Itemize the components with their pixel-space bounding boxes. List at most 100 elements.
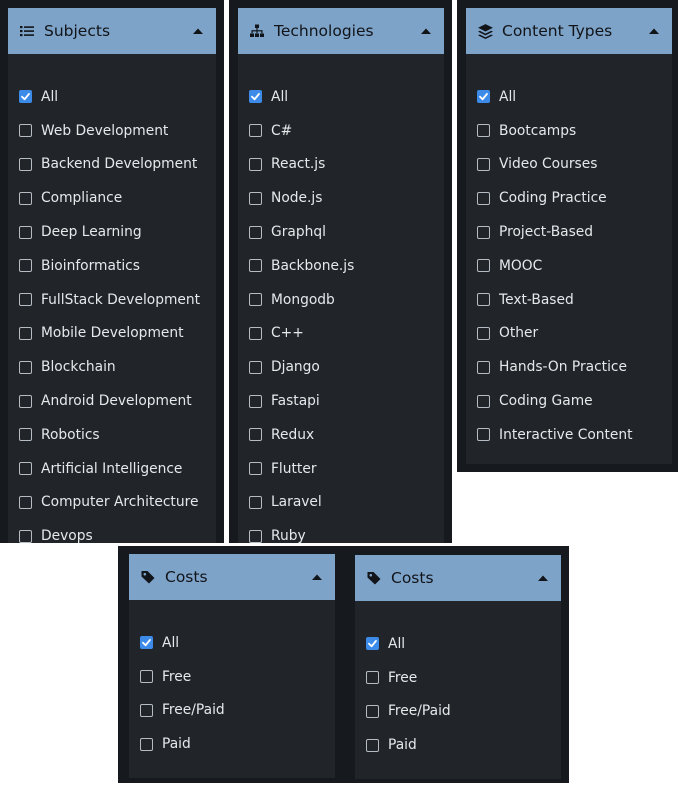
checkbox[interactable]: [19, 529, 32, 543]
checkbox-item[interactable]: All: [238, 80, 444, 114]
checkbox[interactable]: [19, 326, 32, 340]
checkbox[interactable]: [477, 428, 490, 442]
checkbox[interactable]: [477, 225, 490, 239]
checkbox[interactable]: [19, 360, 32, 374]
panel-header[interactable]: Content Types: [466, 8, 672, 54]
checkbox[interactable]: [249, 428, 262, 442]
checkbox[interactable]: [19, 462, 32, 476]
checkbox-item[interactable]: Node.js: [238, 181, 444, 215]
checkbox[interactable]: [477, 360, 490, 374]
checkbox[interactable]: [19, 225, 32, 239]
checkbox[interactable]: [249, 360, 262, 374]
checkbox[interactable]: [19, 293, 32, 307]
checkbox-item[interactable]: Bioinformatics: [8, 249, 216, 283]
checkbox-item[interactable]: Blockchain: [8, 350, 216, 384]
checkbox-item[interactable]: Text-Based: [466, 283, 672, 317]
checkbox[interactable]: [249, 293, 262, 307]
checkbox-item[interactable]: Project-Based: [466, 215, 672, 249]
checkbox-item[interactable]: C#: [238, 114, 444, 148]
checkbox[interactable]: [249, 326, 262, 340]
checkbox-item[interactable]: Android Development: [8, 384, 216, 418]
checkbox-item[interactable]: Free: [129, 660, 335, 694]
checkbox-checked[interactable]: [249, 90, 262, 104]
checkbox-item[interactable]: Fastapi: [238, 384, 444, 418]
checkbox-item[interactable]: Deep Learning: [8, 215, 216, 249]
checkbox-item[interactable]: Interactive Content: [466, 418, 672, 452]
checkbox-item[interactable]: Computer Architecture: [8, 486, 216, 520]
checkbox[interactable]: [249, 529, 262, 543]
checkbox-item[interactable]: Devops: [8, 519, 216, 543]
checkbox-item[interactable]: Robotics: [8, 418, 216, 452]
checkbox[interactable]: [477, 124, 490, 138]
checkbox-checked[interactable]: [477, 90, 490, 104]
checkbox[interactable]: [477, 259, 490, 273]
checkbox[interactable]: [19, 157, 32, 171]
checkbox[interactable]: [19, 124, 32, 138]
checkbox[interactable]: [477, 326, 490, 340]
checkbox-item[interactable]: All: [355, 627, 561, 661]
checkbox[interactable]: [19, 495, 32, 509]
checkbox-item[interactable]: Bootcamps: [466, 114, 672, 148]
checkbox-item[interactable]: Coding Game: [466, 384, 672, 418]
checkbox[interactable]: [249, 157, 262, 171]
checkbox-item[interactable]: Coding Practice: [466, 181, 672, 215]
checkbox[interactable]: [477, 191, 490, 205]
checkbox[interactable]: [477, 394, 490, 408]
checkbox[interactable]: [249, 495, 262, 509]
checkbox-item[interactable]: All: [466, 80, 672, 114]
collapse-caret-icon[interactable]: [648, 27, 660, 35]
checkbox[interactable]: [366, 671, 379, 685]
checkbox[interactable]: [19, 191, 32, 205]
checkbox-item[interactable]: Backend Development: [8, 148, 216, 182]
checkbox[interactable]: [249, 462, 262, 476]
checkbox-item[interactable]: Free: [355, 661, 561, 695]
checkbox-item[interactable]: Graphql: [238, 215, 444, 249]
checkbox-checked[interactable]: [366, 637, 379, 651]
checkbox-item[interactable]: C++: [238, 317, 444, 351]
checkbox-checked[interactable]: [140, 636, 153, 650]
checkbox[interactable]: [140, 703, 153, 717]
collapse-caret-icon[interactable]: [311, 573, 323, 581]
checkbox[interactable]: [19, 394, 32, 408]
checkbox-item[interactable]: Ruby: [238, 519, 444, 543]
checkbox[interactable]: [366, 704, 379, 718]
checkbox[interactable]: [19, 259, 32, 273]
checkbox-item[interactable]: MOOC: [466, 249, 672, 283]
checkbox[interactable]: [249, 259, 262, 273]
checkbox-item[interactable]: Flutter: [238, 452, 444, 486]
checkbox[interactable]: [249, 225, 262, 239]
collapse-caret-icon[interactable]: [192, 27, 204, 35]
checkbox-item[interactable]: Artificial Intelligence: [8, 452, 216, 486]
checkbox-item[interactable]: All: [8, 80, 216, 114]
checkbox-checked[interactable]: [19, 90, 32, 104]
checkbox-item[interactable]: Other: [466, 317, 672, 351]
checkbox[interactable]: [477, 157, 490, 171]
checkbox-item[interactable]: All: [129, 626, 335, 660]
checkbox-item[interactable]: FullStack Development: [8, 283, 216, 317]
checkbox[interactable]: [477, 293, 490, 307]
checkbox[interactable]: [249, 394, 262, 408]
checkbox[interactable]: [249, 191, 262, 205]
checkbox-item[interactable]: Hands-On Practice: [466, 350, 672, 384]
checkbox[interactable]: [366, 738, 379, 752]
checkbox[interactable]: [140, 737, 153, 751]
checkbox[interactable]: [19, 428, 32, 442]
checkbox-item[interactable]: Free/Paid: [129, 694, 335, 728]
checkbox-item[interactable]: Mongodb: [238, 283, 444, 317]
panel-header[interactable]: Costs: [129, 554, 335, 600]
checkbox-item[interactable]: Web Development: [8, 114, 216, 148]
checkbox-item[interactable]: Video Courses: [466, 148, 672, 182]
panel-header[interactable]: Costs: [355, 555, 561, 601]
checkbox-item[interactable]: Paid: [355, 728, 561, 762]
checkbox[interactable]: [249, 124, 262, 138]
checkbox-item[interactable]: Backbone.js: [238, 249, 444, 283]
checkbox-item[interactable]: Mobile Development: [8, 317, 216, 351]
collapse-caret-icon[interactable]: [537, 574, 549, 582]
panel-header[interactable]: Technologies: [238, 8, 444, 54]
checkbox-item[interactable]: Free/Paid: [355, 695, 561, 729]
checkbox[interactable]: [140, 670, 153, 684]
checkbox-item[interactable]: Laravel: [238, 486, 444, 520]
checkbox-item[interactable]: Redux: [238, 418, 444, 452]
collapse-caret-icon[interactable]: [420, 27, 432, 35]
checkbox-item[interactable]: React.js: [238, 148, 444, 182]
